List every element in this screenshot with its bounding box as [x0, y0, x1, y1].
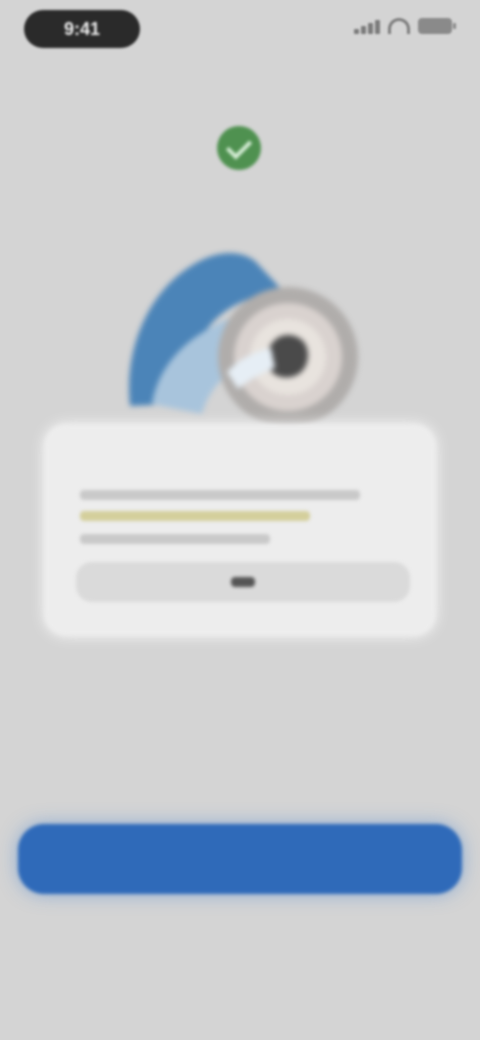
footer-note [24, 785, 354, 803]
notice-card-action-icon [231, 577, 255, 587]
status-time: 9:41 [63, 18, 101, 39]
notice-card-title [80, 456, 260, 474]
onboarding-illustration [129, 253, 358, 427]
status-time-pill: 9:41 [24, 10, 140, 48]
notice-card-text-line [80, 490, 360, 500]
notice-card-action-button[interactable] [76, 562, 410, 602]
primary-continue-button[interactable] [18, 824, 462, 894]
notice-card-text-line [80, 534, 270, 544]
app-screen: 9:41 [0, 0, 480, 1040]
notice-card-highlight-line [80, 511, 310, 521]
cellular-signal-icon [354, 18, 380, 34]
status-icons [354, 18, 456, 34]
success-check-icon [217, 126, 261, 170]
page-headline [134, 187, 348, 211]
wifi-icon [388, 18, 410, 34]
back-link[interactable] [34, 87, 314, 109]
secondary-link[interactable] [214, 934, 266, 954]
battery-icon [418, 18, 456, 34]
